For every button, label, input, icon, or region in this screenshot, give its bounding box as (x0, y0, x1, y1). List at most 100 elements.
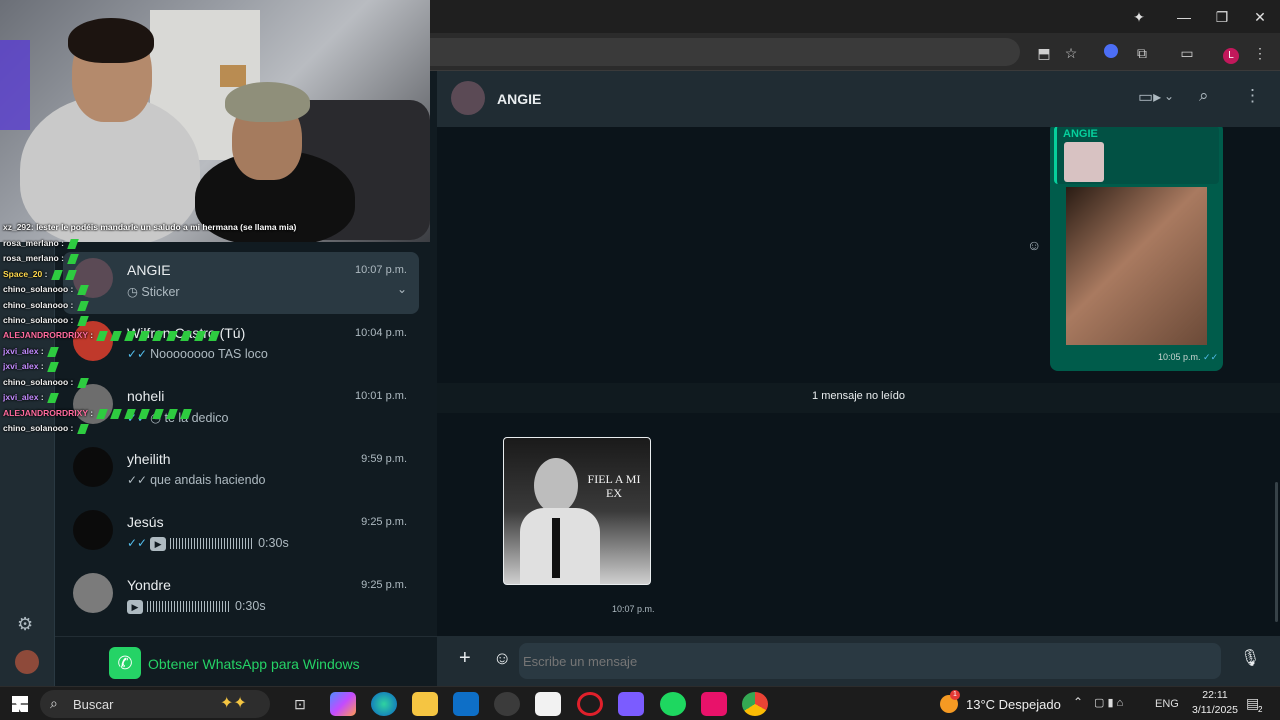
chat-item-wilfren[interactable]: Wilfren Castro (Tú) 10:04 p.m. ✓✓ Noooooo… (63, 315, 419, 377)
chevron-down-icon[interactable]: ⌄ (397, 282, 407, 296)
chat-header[interactable]: ANGIE ▭▸ ⌄ ⌕ ⋮ (437, 71, 1280, 127)
sparkle-icon[interactable]: ✦ (1125, 6, 1153, 28)
chat-name: ANGIE (127, 262, 171, 278)
restore-button[interactable]: ❐ (1208, 6, 1236, 28)
language-indicator[interactable]: ENG (1155, 698, 1179, 710)
photo-image[interactable] (1066, 187, 1207, 345)
double-check-icon: ✓✓ (127, 473, 148, 487)
chat-list: ANGIE 10:07 p.m. ◷ Sticker ⌄ Wilfren Cas… (55, 242, 437, 686)
search-icon[interactable]: ⌕ (1199, 86, 1209, 106)
search-icon: ⌕ (50, 695, 58, 711)
edge-icon[interactable] (371, 692, 397, 716)
chevron-down-icon[interactable]: ⌄ (1164, 89, 1174, 103)
clock-time[interactable]: 22:11 (1187, 689, 1243, 701)
quoted-name: ANGIE (1063, 128, 1098, 140)
sticker-icon: ◷ (150, 411, 165, 425)
get-app-label[interactable]: Obtener WhatsApp para Windows (148, 656, 360, 672)
file-explorer-icon[interactable] (412, 692, 438, 716)
address-bar[interactable] (430, 38, 1020, 66)
chat-item-yondre[interactable]: Yondre 9:25 p.m. ▶ 0:30s (63, 567, 419, 629)
sticker-caption: FIEL A MI EX (587, 472, 641, 500)
chevron-up-icon[interactable]: ⌃ (1073, 695, 1083, 709)
chat-name: Yondre (127, 577, 171, 593)
avatar[interactable] (451, 81, 485, 115)
message-input-box[interactable] (519, 643, 1221, 679)
chat-item-angie[interactable]: ANGIE 10:07 p.m. ◷ Sticker ⌄ (63, 252, 419, 314)
video-call-icon[interactable]: ▭▸ (1138, 87, 1161, 107)
store-icon[interactable] (535, 692, 561, 716)
message-time: 10:07 p.m. (612, 604, 655, 614)
avatar (73, 573, 113, 613)
puzzle-icon[interactable]: ⧉ (1131, 43, 1153, 63)
task-view-icon[interactable]: ⊡ (287, 692, 313, 716)
close-window-button[interactable]: ✕ (1246, 6, 1274, 28)
taskbar: ⌕ Buscar ✦✦ ⊡ 1 13°C Despejado ⌃ ▢ ▮ ⌂ E… (0, 686, 1280, 720)
avatar (73, 384, 113, 424)
person-right-cap (225, 82, 310, 122)
message-time: 10:05 p.m. ✓✓ (1158, 352, 1219, 362)
weather-text[interactable]: 13°C Despejado (966, 697, 1061, 712)
sticker-message[interactable]: FIEL A MI EX (503, 437, 651, 585)
sticker-tie (552, 518, 560, 578)
emoji-icon[interactable]: ☺ (493, 648, 511, 669)
message-input[interactable] (523, 649, 1213, 673)
extension-blue-icon[interactable] (1100, 43, 1122, 63)
sidepanel-icon[interactable]: ▭ (1176, 43, 1198, 63)
contact-name[interactable]: ANGIE (497, 91, 541, 107)
chat-time: 9:25 p.m. (361, 579, 407, 591)
install-icon[interactable]: ⬒ (1033, 43, 1055, 63)
chrome-icon[interactable] (742, 692, 768, 716)
play-icon: ▶ (150, 536, 167, 551)
copilot-icon[interactable] (330, 692, 356, 716)
menu-icon[interactable]: ⋮ (1249, 43, 1271, 63)
play-icon: ▶ (127, 599, 143, 614)
chat-preview: ✓✓ ▶ 0:30s (127, 536, 289, 551)
search-label: Buscar (73, 697, 114, 712)
gear-icon[interactable]: ⚙ (17, 614, 33, 635)
discord-icon[interactable] (618, 692, 644, 716)
chat-preview: ✓✓ que andais haciendo (127, 473, 266, 487)
app-sidebar: ⚙ (0, 242, 55, 686)
menu-icon[interactable]: ⋮ (1244, 86, 1261, 106)
sticker-child-body (520, 508, 600, 584)
quoted-message[interactable]: ANGIE (1054, 127, 1219, 184)
composer: + ☺ 🎙 (437, 636, 1280, 686)
chat-preview: ✓✓ Noooooooo TAS loco (127, 347, 268, 361)
tray-icons[interactable]: ▢ ▮ ⌂ (1094, 696, 1123, 709)
chat-name: Wilfren Castro (Tú) (127, 325, 246, 341)
outgoing-message[interactable]: ANGIE 10:05 p.m. ✓✓ (1050, 127, 1223, 371)
obs-icon[interactable] (494, 692, 520, 716)
minimize-button[interactable]: — (1170, 6, 1198, 28)
double-check-icon: ✓✓ (1203, 352, 1219, 362)
get-app-banner[interactable]: ✆ Obtener WhatsApp para Windows (55, 636, 437, 686)
profile-icon[interactable]: L (1220, 43, 1242, 64)
tiktok-icon[interactable] (701, 692, 727, 716)
notification-count: 2 (1258, 705, 1263, 714)
chat-preview: ✓✓ ◷ te la dedico (127, 411, 229, 425)
mail-icon[interactable] (453, 692, 479, 716)
microphone-icon[interactable]: 🎙 (1240, 648, 1260, 668)
emoji-reaction-icon[interactable]: ☺ (1027, 237, 1041, 253)
scrollbar[interactable] (1275, 482, 1278, 622)
opera-icon[interactable] (577, 692, 603, 716)
chat-item-jesus[interactable]: Jesús 9:25 p.m. ✓✓ ▶ 0:30s (63, 504, 419, 566)
taskbar-search[interactable]: ⌕ Buscar ✦✦ (40, 690, 270, 718)
sparkle-icon: ✦✦ (220, 695, 247, 712)
avatar[interactable] (15, 650, 39, 674)
chat-time: 10:07 p.m. (355, 264, 407, 276)
avatar (73, 510, 113, 550)
chat-name: Jesús (127, 514, 164, 530)
chat-time: 9:59 p.m. (361, 453, 407, 465)
plus-icon[interactable]: + (459, 647, 471, 670)
spotify-icon[interactable] (660, 692, 686, 716)
audio-waveform (170, 538, 255, 550)
chat-item-yheilith[interactable]: yheilith 9:59 p.m. ✓✓ que andais haciendo (63, 441, 419, 503)
clock-date[interactable]: 3/11/2025 (1183, 704, 1247, 716)
chat-time: 10:01 p.m. (355, 390, 407, 402)
chat-preview: ◷ Sticker (127, 285, 180, 299)
star-icon[interactable]: ☆ (1060, 43, 1082, 63)
audio-waveform (147, 601, 231, 613)
windows-start-icon[interactable] (12, 696, 28, 712)
double-check-icon: ✓✓ (127, 536, 148, 550)
chat-item-noheli[interactable]: noheli 10:01 p.m. ✓✓ ◷ te la dedico (63, 378, 419, 440)
